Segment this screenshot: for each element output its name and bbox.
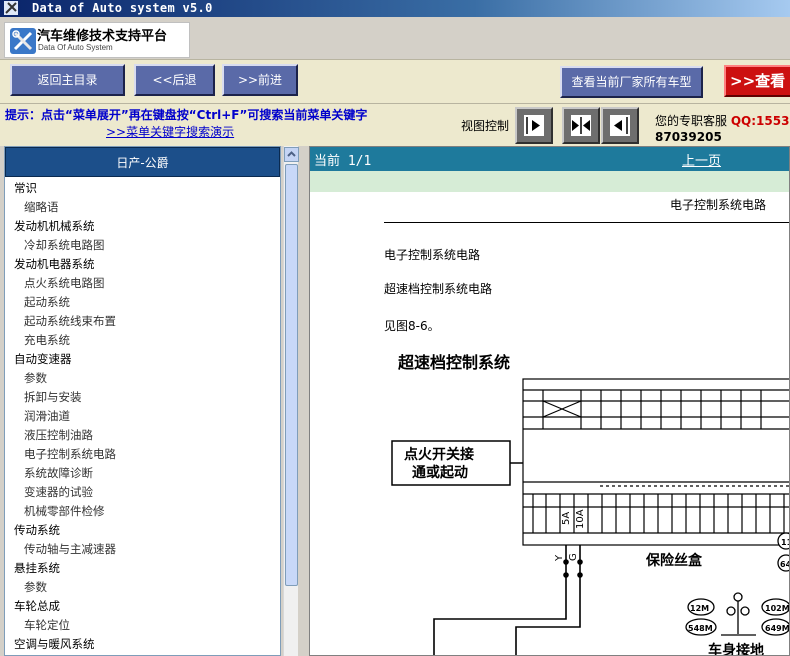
view-expand-left-button[interactable] — [601, 107, 639, 144]
menu-item[interactable]: 机械零部件检修 — [5, 502, 280, 521]
app-name: 汽车维修技术支持平台 — [37, 29, 168, 44]
ground-connectors — [685, 532, 789, 636]
menu-item[interactable]: 系统故障诊断 — [5, 464, 280, 483]
menu-item[interactable]: 传动轴与主减速器 — [5, 540, 280, 559]
body-ground-label: 车身接地 — [708, 642, 764, 656]
tools-icon — [10, 28, 36, 54]
menu-item[interactable]: 变速器的试验 — [5, 483, 280, 502]
menu-category[interactable]: 传动系统 — [5, 521, 280, 540]
hint-row: 提示：点击“菜单展开”再在键盘按“Ctrl+F”可搜索当前菜单关键字 >>菜单关… — [0, 104, 790, 146]
ignition-switch-box: 点火开关接 通或起动 — [391, 440, 523, 486]
connector-649m-label: 649M — [765, 624, 790, 633]
back-button[interactable]: <<后退 — [134, 64, 215, 96]
menu-item[interactable]: 车轮定位 — [5, 616, 280, 635]
fuse-5a-label: 5A — [561, 512, 572, 525]
menu-item[interactable]: 冷却系统电路图 — [5, 236, 280, 255]
arrow-left-icon — [610, 115, 630, 136]
all-models-button[interactable]: 查看当前厂家所有车型 — [560, 66, 703, 98]
fuse-box-label: 保险丝盒 — [645, 552, 703, 569]
menu-tree: 常识 缩略语 发动机机械系统 冷却系统电路图 发动机电器系统 点火系统电路图 起动系统 起动系… — [5, 177, 280, 654]
search-demo-link[interactable]: >>菜单关键字搜索演示 — [106, 123, 234, 140]
connector-12m-label: 12M — [690, 604, 709, 613]
page-nav-bar: 当前 1/1 上一页 — [310, 147, 789, 171]
support-qq[interactable]: QQ:1553 — [731, 114, 790, 128]
doc-heading: 电子控制系统电路 — [670, 198, 767, 212]
menu-category[interactable]: 常识 — [5, 179, 280, 198]
current-page-indicator: 当前 1/1 — [314, 154, 372, 169]
sidebar: 日产-公爵 常识 缩略语 发动机机械系统 冷却系统电路图 发动机电器系统 点火系统电路图起… — [4, 146, 281, 656]
home-button[interactable]: 返回主目录 — [10, 64, 125, 96]
app-icon — [4, 1, 18, 15]
arrow-right-icon — [524, 115, 544, 136]
menu-item[interactable]: 拆卸与安装 — [5, 388, 280, 407]
menu-category[interactable]: 悬挂系统 — [5, 559, 280, 578]
support-number: 87039205 — [655, 130, 722, 144]
green-divider — [310, 171, 789, 192]
heading-rule — [384, 222, 789, 223]
menu-item[interactable]: 液压控制油路 — [5, 426, 280, 445]
connector-64-label: 64 — [780, 560, 790, 569]
sidebar-scrollbar[interactable] — [283, 146, 299, 656]
scroll-thumb[interactable] — [285, 164, 298, 586]
menu-category[interactable]: 发动机电器系统 — [5, 255, 280, 274]
connector-548m-label: 548M — [688, 624, 713, 633]
menu-item[interactable]: 参数 — [5, 369, 280, 388]
window-title: Data of Auto system v5.0 — [32, 1, 213, 15]
menu-item[interactable]: 起动系统线束布置 — [5, 312, 280, 331]
sidebar-title: 日产-公爵 — [5, 147, 280, 177]
window-title-bar: Data of Auto system v5.0 — [0, 0, 790, 17]
ignition-label-line2: 通或起动 — [412, 464, 468, 481]
fuse-10a-label: 10A — [575, 509, 586, 529]
view-expand-right-button[interactable] — [515, 107, 553, 144]
menu-category[interactable]: 空调与暖风系统 — [5, 635, 280, 654]
wire-y-label: Y — [554, 554, 565, 562]
forward-button[interactable]: >>前进 — [222, 64, 298, 96]
app-subtitle: Data Of Auto System — [38, 43, 113, 52]
menu-category[interactable]: 发动机机械系统 — [5, 217, 280, 236]
menu-category[interactable]: 车轮总成 — [5, 597, 280, 616]
prev-page-link[interactable]: 上一页 — [682, 150, 721, 169]
menu-item[interactable]: 充电系统 — [5, 331, 280, 350]
diagram-title: 超速档控制系统 — [397, 353, 510, 372]
ignition-label-line1: 点火开关接 — [404, 446, 474, 463]
view-button[interactable]: >>查看 — [724, 65, 790, 97]
search-hint: 提示：点击“菜单展开”再在键盘按“Ctrl+F”可搜索当前菜单关键字 — [5, 108, 368, 122]
doc-paragraph: 见图8-6。 — [384, 319, 440, 333]
content-panel: 当前 1/1 上一页 电子控制系统电路 电子控制系统电路 超速档控制系统电路 见… — [309, 146, 790, 656]
menu-item[interactable]: 参数 — [5, 578, 280, 597]
menu-category[interactable]: 自动变速器 — [5, 350, 280, 369]
view-control-label: 视图控制 — [461, 119, 510, 133]
wire-g-label: G — [568, 553, 579, 561]
support-info: 您的专职客服 QQ:1553 — [655, 112, 789, 129]
menu-item[interactable]: 缩略语 — [5, 198, 280, 217]
doc-paragraph: 超速档控制系统电路 — [384, 282, 493, 296]
connector-102m-label: 102M — [765, 604, 790, 613]
connector-11-label: 11 — [781, 538, 790, 547]
chevron-up-icon — [287, 151, 296, 157]
doc-paragraph: 电子控制系统电路 — [384, 248, 481, 262]
view-split-button[interactable] — [562, 107, 600, 144]
circuit-diagram: 超速档控制系统 5A 10A 点火开关接 通或起动 Y G 保险丝盒 12M 5… — [391, 353, 790, 656]
support-label: 您的专职客服 — [655, 114, 728, 128]
menu-item[interactable]: 起动系统 — [5, 293, 280, 312]
scroll-up-button[interactable] — [284, 147, 299, 162]
menu-item[interactable]: 点火系统电路图 — [5, 274, 280, 293]
app-logo: 汽车维修技术支持平台 Data Of Auto System — [4, 22, 190, 58]
toolbar: 返回主目录 <<后退 >>前进 查看当前厂家所有车型 >>查看 — [0, 59, 790, 104]
menu-item[interactable]: 电子控制系统电路 — [5, 445, 280, 464]
menu-item[interactable]: 润滑油道 — [5, 407, 280, 426]
split-arrows-icon — [571, 115, 591, 136]
